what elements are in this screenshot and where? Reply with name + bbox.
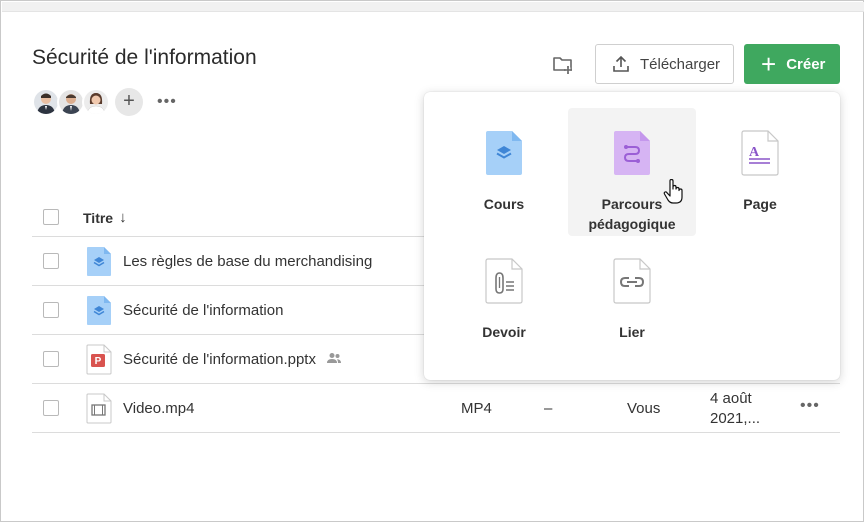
- file-size: –: [544, 400, 553, 417]
- avatar[interactable]: [82, 88, 110, 116]
- create-button[interactable]: + Créer: [744, 44, 840, 84]
- link-icon: [613, 258, 651, 304]
- new-folder-icon[interactable]: [550, 52, 576, 76]
- menu-item-assignment[interactable]: Devoir: [440, 236, 568, 364]
- menu-item-learning-path[interactable]: Parcours pédagogique: [568, 108, 696, 236]
- row-checkbox[interactable]: [43, 400, 59, 416]
- file-name-text: Sécurité de l'information: [123, 302, 284, 319]
- row-checkbox[interactable]: [43, 253, 59, 269]
- menu-item-label: Cours: [483, 196, 525, 212]
- column-title[interactable]: Titre ↓: [83, 209, 127, 226]
- learning-path-icon: [613, 130, 651, 176]
- row-more-icon[interactable]: •••: [800, 397, 820, 415]
- more-members-icon[interactable]: •••: [157, 88, 177, 116]
- shared-users-icon: [326, 351, 342, 368]
- menu-item-label: Devoir: [482, 324, 526, 340]
- file-name-text: Video.mp4: [123, 400, 195, 417]
- menu-item-page[interactable]: A Page: [696, 108, 824, 236]
- select-all-checkbox[interactable]: [43, 209, 59, 225]
- top-band: [2, 2, 864, 12]
- avatar[interactable]: [57, 88, 85, 116]
- column-title-label: Titre: [83, 209, 114, 226]
- table-row[interactable]: Video.mp4 MP4 – Vous 4 août 2021,... •••: [32, 384, 840, 433]
- file-name-text: Les règles de base du merchandising: [123, 253, 373, 270]
- file-name[interactable]: Les règles de base du merchandising: [123, 253, 372, 270]
- svg-text:A: A: [749, 145, 760, 160]
- avatar[interactable]: [32, 88, 60, 116]
- course-icon: [485, 130, 523, 176]
- file-owner: Vous: [627, 400, 661, 417]
- file-type: MP4: [461, 400, 492, 417]
- menu-item-link[interactable]: Lier: [568, 236, 696, 364]
- page-title: Sécurité de l'information: [32, 46, 257, 69]
- create-button-label: Créer: [786, 55, 826, 73]
- file-name[interactable]: Video.mp4: [123, 400, 194, 417]
- video-file-icon: [86, 393, 112, 424]
- create-menu: Cours Parcours pédagogique A Page Devoir: [424, 92, 840, 380]
- page-icon: A: [741, 130, 779, 176]
- svg-text:P: P: [95, 356, 102, 367]
- row-checkbox[interactable]: [43, 351, 59, 367]
- course-file-icon: [86, 295, 112, 326]
- file-name-text: Sécurité de l'information.pptx: [123, 351, 316, 368]
- members-bar: + •••: [32, 88, 177, 116]
- hand-pointer-cursor-icon: [663, 178, 685, 205]
- upload-button-label: Télécharger: [640, 55, 721, 73]
- menu-item-label: Lier: [619, 324, 645, 340]
- file-name[interactable]: Sécurité de l'information.pptx: [123, 351, 342, 368]
- assignment-icon: [485, 258, 523, 304]
- row-checkbox[interactable]: [43, 302, 59, 318]
- upload-button[interactable]: Télécharger: [595, 44, 734, 84]
- file-name[interactable]: Sécurité de l'information: [123, 302, 283, 319]
- menu-item-label: Page: [743, 196, 777, 212]
- file-date: 4 août 2021,...: [710, 390, 761, 427]
- plus-icon: +: [761, 49, 777, 79]
- sort-arrow-icon: ↓: [119, 209, 127, 226]
- pptx-file-icon: P: [86, 344, 112, 375]
- menu-item-course[interactable]: Cours: [440, 108, 568, 236]
- course-file-icon: [86, 246, 112, 277]
- app-window: Sécurité de l'information + ••• Téléchar…: [0, 0, 864, 522]
- upload-icon: [613, 55, 629, 72]
- add-member-button[interactable]: +: [115, 88, 143, 116]
